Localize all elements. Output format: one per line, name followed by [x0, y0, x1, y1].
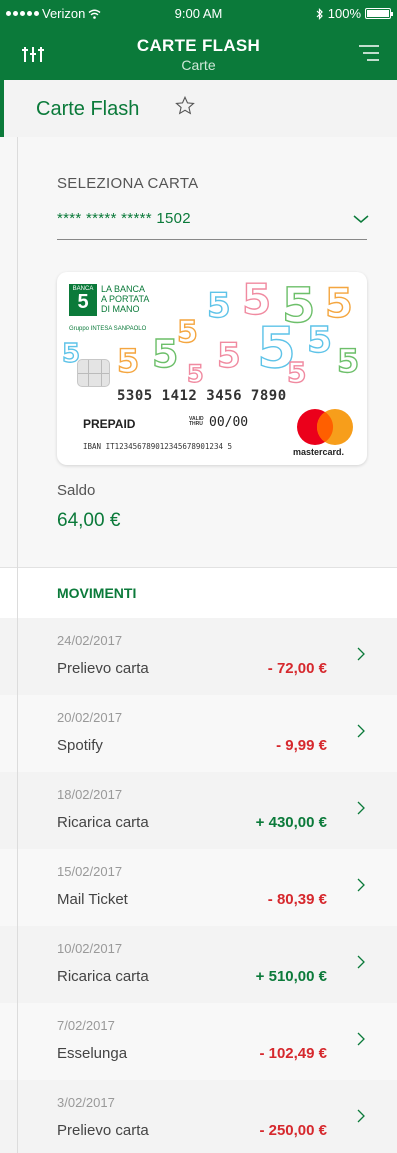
- movement-date: 18/02/2017: [57, 787, 123, 802]
- movement-desc: Ricarica carta: [57, 814, 149, 831]
- chevron-right-icon: [357, 955, 365, 969]
- movement-date: 7/02/2017: [57, 1018, 115, 1033]
- movement-amount: - 72,00 €: [267, 660, 327, 677]
- card-chip: [77, 359, 110, 387]
- movement-desc: Prelievo carta: [57, 1122, 149, 1139]
- header-title: CARTE FLASH: [136, 36, 261, 55]
- movement-amount: + 430,00 €: [255, 814, 327, 831]
- card-iban: IBAN IT123456789012345678901234 5: [83, 442, 233, 451]
- star-outline-icon[interactable]: [174, 95, 196, 117]
- movement-desc: Esselunga: [57, 1045, 128, 1062]
- battery-indicator: 100%: [316, 6, 393, 21]
- card-brand: mastercard.: [293, 447, 345, 457]
- balance-value: 64,00 €: [57, 510, 121, 531]
- page-title-bar: Carte Flash: [0, 80, 397, 137]
- list-item[interactable]: 7/02/2017 Esselunga - 102,49 €: [0, 1003, 397, 1080]
- movement-date: 24/02/2017: [57, 633, 123, 648]
- movements-title: MOVIMENTI: [57, 585, 137, 601]
- nav-bar: CARTE FLASH Carte: [0, 26, 397, 80]
- movement-desc: Prelievo carta: [57, 660, 149, 677]
- movement-date: 15/02/2017: [57, 864, 123, 879]
- svg-text:5: 5: [152, 332, 178, 376]
- header-subtitle: Carte: [181, 57, 216, 73]
- battery-percent: 100%: [327, 6, 361, 21]
- movements-list: 24/02/2017 Prelievo carta - 72,00 € 20/0…: [0, 618, 397, 1153]
- select-card-label: SELEZIONA CARTA: [57, 175, 199, 192]
- hamburger-icon[interactable]: [355, 40, 383, 66]
- app-header: Verizon 9:00 AM 100% CARTE FLASH Carte: [0, 0, 397, 80]
- svg-text:5: 5: [217, 336, 241, 376]
- page-title: Carte Flash: [36, 98, 140, 120]
- card-select-value[interactable]: **** ***** ***** 1502: [57, 210, 191, 227]
- chevron-right-icon: [357, 647, 365, 661]
- bluetooth-icon: [316, 7, 323, 20]
- card-number: 5305 1412 3456 7890: [117, 388, 287, 404]
- chevron-right-icon: [357, 724, 365, 738]
- svg-text:5: 5: [207, 286, 231, 326]
- movement-date: 10/02/2017: [57, 941, 123, 956]
- movement-desc: Ricarica carta: [57, 968, 149, 985]
- movement-date: 20/02/2017: [57, 710, 123, 725]
- balance-label: Saldo: [57, 482, 96, 499]
- movement-amount: - 9,99 €: [276, 737, 327, 754]
- battery-icon: [365, 8, 393, 19]
- payment-card: 5 5 5 5 5 5 5 5 5 5 5 5 5 5 BANCA 5 LA B…: [57, 272, 367, 465]
- status-bar: Verizon 9:00 AM 100%: [0, 0, 397, 26]
- movement-amount: + 510,00 €: [255, 968, 327, 985]
- svg-text:5: 5: [287, 356, 306, 389]
- svg-text:5: 5: [117, 342, 139, 380]
- list-item[interactable]: 15/02/2017 Mail Ticket - 80,39 €: [0, 849, 397, 926]
- bank-tagline: LA BANCA A PORTATA DI MANO: [101, 284, 150, 314]
- list-item[interactable]: 24/02/2017 Prelievo carta - 72,00 €: [0, 618, 397, 695]
- list-item[interactable]: 20/02/2017 Spotify - 9,99 €: [0, 695, 397, 772]
- movement-date: 3/02/2017: [57, 1095, 115, 1110]
- select-underline: [57, 239, 367, 240]
- chevron-right-icon: [357, 801, 365, 815]
- valid-thru-label: VALID THRU: [189, 416, 204, 427]
- bank-group: Gruppo INTESA SANPAOLO: [69, 326, 147, 332]
- svg-text:5: 5: [177, 315, 198, 350]
- chevron-down-icon[interactable]: [352, 213, 370, 225]
- list-item[interactable]: 3/02/2017 Prelievo carta - 250,00 €: [0, 1080, 397, 1153]
- mastercard-logo: [297, 409, 353, 445]
- card-section: SELEZIONA CARTA **** ***** ***** 1502 5 …: [0, 137, 397, 567]
- card-type: PREPAID: [83, 417, 136, 431]
- svg-text:5: 5: [307, 320, 332, 361]
- card-expiry: 00/00: [209, 415, 249, 430]
- svg-text:5: 5: [337, 342, 359, 380]
- movement-desc: Spotify: [57, 737, 103, 754]
- movement-amount: - 250,00 €: [259, 1122, 327, 1139]
- chevron-right-icon: [357, 1032, 365, 1046]
- list-item[interactable]: 18/02/2017 Ricarica carta + 430,00 €: [0, 772, 397, 849]
- movement-amount: - 80,39 €: [267, 891, 327, 908]
- bank-logo: BANCA 5: [69, 284, 97, 316]
- svg-text:5: 5: [187, 360, 204, 388]
- list-item[interactable]: 10/02/2017 Ricarica carta + 510,00 €: [0, 926, 397, 1003]
- movement-amount: - 102,49 €: [259, 1045, 327, 1062]
- content-left-border: [17, 137, 18, 1153]
- movement-desc: Mail Ticket: [57, 891, 128, 908]
- movements-header: MOVIMENTI: [0, 567, 397, 618]
- chevron-right-icon: [357, 1109, 365, 1123]
- chevron-right-icon: [357, 878, 365, 892]
